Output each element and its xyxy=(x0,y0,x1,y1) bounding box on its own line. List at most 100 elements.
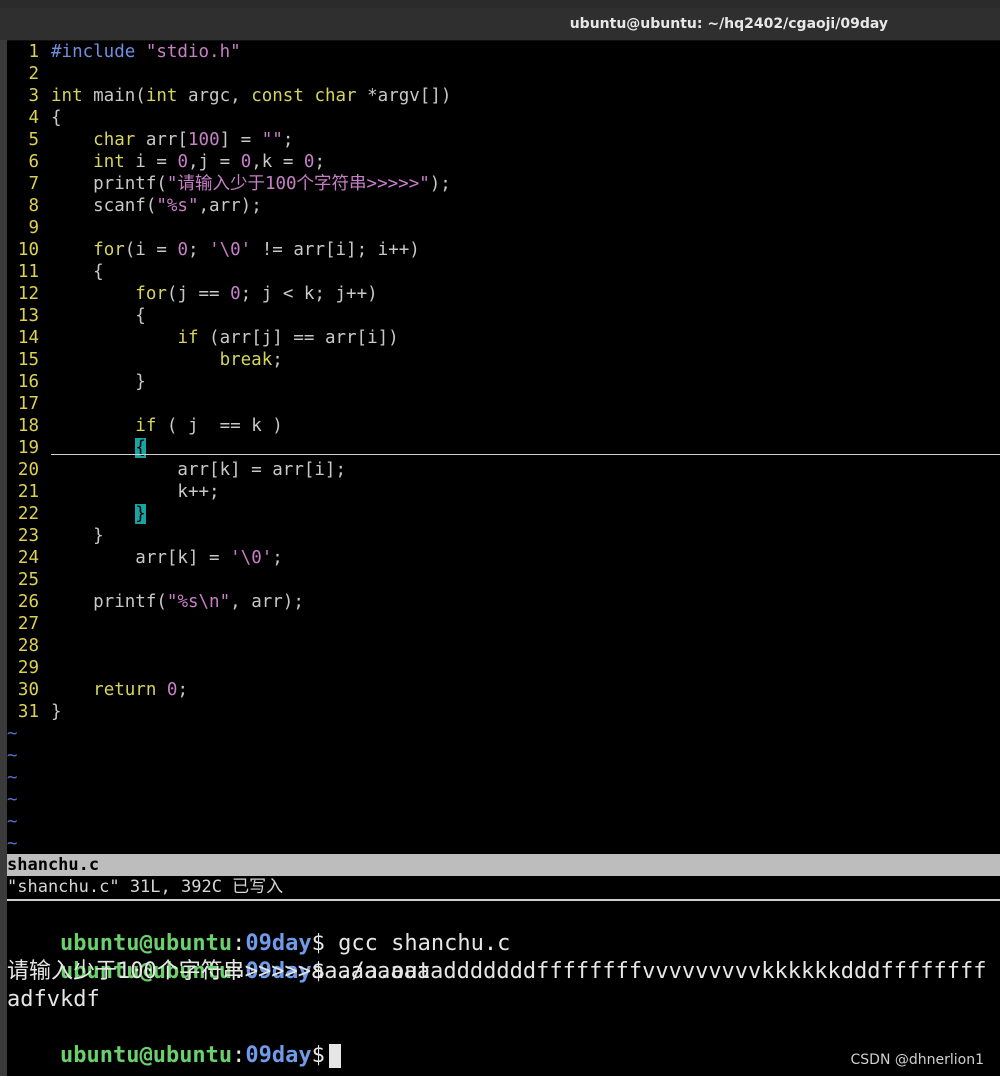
code-line[interactable]: 24 arr[k] = '\0'; xyxy=(7,547,283,569)
code-line[interactable]: 31} xyxy=(7,701,62,723)
code-token: (i = xyxy=(124,240,178,260)
code-token: "%s" xyxy=(156,196,199,216)
code-token: ( j == k ) xyxy=(156,416,283,436)
line-number: 11 xyxy=(17,262,39,282)
line-number: 28 xyxy=(17,636,39,656)
code-line[interactable]: 19 { xyxy=(7,437,146,459)
line-number: 27 xyxy=(17,614,39,634)
line-number: 20 xyxy=(17,460,39,480)
code-token: } xyxy=(51,526,104,546)
code-line[interactable]: 8 scanf("%s",arr); xyxy=(7,195,262,217)
code-token: (arr[j] == arr[i]) xyxy=(198,328,399,348)
code-token: 100 xyxy=(188,130,220,150)
code-line[interactable]: 15 break; xyxy=(7,349,283,371)
line-number: 17 xyxy=(17,394,39,414)
code-line[interactable]: 13 { xyxy=(7,305,146,327)
matched-brace: } xyxy=(135,504,146,524)
code-line[interactable]: 25 xyxy=(7,569,51,591)
code-line[interactable]: 11 { xyxy=(7,261,104,283)
code-token: main( xyxy=(82,86,146,106)
code-line[interactable]: 30 return 0; xyxy=(7,679,188,701)
shell-line[interactable]: ubuntu@ubuntu:09day$ xyxy=(7,1014,341,1068)
code-token: '\0' xyxy=(209,240,252,260)
line-number: 3 xyxy=(28,86,39,106)
code-token: ,k = xyxy=(251,152,304,172)
prompt-dollar: $ xyxy=(311,1043,325,1068)
line-number: 24 xyxy=(17,548,39,568)
terminal-pane[interactable]: ubuntu@ubuntu:09day$ gcc shanchu.c ubunt… xyxy=(7,902,1000,1076)
code-line[interactable]: 26 printf("%s\n", arr); xyxy=(7,591,304,613)
window-titlebar[interactable]: ubuntu@ubuntu: ~/hq2402/cgaoji/09day xyxy=(0,8,1000,41)
line-number: 26 xyxy=(17,592,39,612)
code-line[interactable]: 14 if (arr[j] == arr[i]) xyxy=(7,327,399,349)
code-token: if xyxy=(177,328,199,348)
line-number: 1 xyxy=(28,42,39,62)
code-token: (j == xyxy=(166,284,231,304)
code-line[interactable]: 28 xyxy=(7,635,51,657)
code-token: k++; xyxy=(51,482,220,502)
code-line[interactable]: 5 char arr[100] = ""; xyxy=(7,129,293,151)
code-line[interactable]: 18 if ( j == k ) xyxy=(7,415,283,437)
vim-message-line: "shanchu.c" 31L, 392C 已写入 xyxy=(7,877,284,897)
code-line[interactable]: 9 xyxy=(7,217,51,239)
code-line[interactable]: 21 k++; xyxy=(7,481,220,503)
code-token: ,arr); xyxy=(198,196,262,216)
code-line[interactable]: 16 } xyxy=(7,371,146,393)
code-token: "%s\n" xyxy=(166,592,231,612)
code-token: ; xyxy=(272,350,283,370)
code-line[interactable]: 20 arr[k] = arr[i]; xyxy=(7,459,346,481)
code-line[interactable]: 6 int i = 0,j = 0,k = 0; xyxy=(7,151,325,173)
top-panel xyxy=(0,0,1000,8)
code-line[interactable]: 27 xyxy=(7,613,51,635)
prompt-user: ubuntu@ubuntu xyxy=(59,1043,233,1068)
code-token: 0 xyxy=(230,284,241,304)
pane-separator[interactable] xyxy=(7,899,1000,901)
code-line[interactable]: 17 xyxy=(7,393,51,415)
cursor-line xyxy=(51,454,1000,455)
line-number: 15 xyxy=(17,350,39,370)
code-token: "stdio.h" xyxy=(145,42,241,62)
code-line[interactable]: 12 for(j == 0; j < k; j++) xyxy=(7,283,378,305)
code-line[interactable]: 22 } xyxy=(7,503,146,525)
line-number: 7 xyxy=(28,174,39,194)
code-line[interactable]: 3 int main(int argc, const char *argv[]) xyxy=(7,85,451,107)
prompt-dir: 09day xyxy=(245,1043,312,1068)
prompt-colon: : xyxy=(232,1043,246,1068)
code-line[interactable]: 29 xyxy=(7,657,51,679)
shell-line: ubuntu@ubuntu:09day$ ./a.out xyxy=(7,930,431,984)
line-number: 14 xyxy=(17,328,39,348)
code-line[interactable]: 7 printf("请输入少于100个字符串>>>>>"); xyxy=(7,173,450,195)
code-token: break xyxy=(219,350,273,370)
code-token: 0 xyxy=(177,240,188,260)
empty-buffer-tilde: ~ xyxy=(7,790,18,810)
code-token: != arr[i]; i++) xyxy=(251,240,420,260)
code-line[interactable]: 1 #include "stdio.h" xyxy=(7,41,241,63)
line-number: 29 xyxy=(17,658,39,678)
vim-editor[interactable]: 1 #include "stdio.h" 2 3 int main(int argc, … xyxy=(7,41,1000,899)
line-number: 12 xyxy=(17,284,39,304)
code-line[interactable]: 10 for(i = 0; '\0' != arr[i]; i++) xyxy=(7,239,420,261)
code-token: for xyxy=(93,240,125,260)
line-number: 9 xyxy=(28,218,39,238)
code-token: scanf( xyxy=(51,196,157,216)
code-token: char xyxy=(314,86,357,106)
code-token: ,j = xyxy=(188,152,241,172)
watermark: CSDN @dhnerlion1 xyxy=(850,1052,985,1068)
code-line[interactable]: 23 } xyxy=(7,525,104,547)
line-number: 18 xyxy=(17,416,39,436)
code-token: ; xyxy=(282,130,294,150)
code-token: int xyxy=(145,86,178,106)
code-token: ; xyxy=(272,548,283,568)
code-token: { xyxy=(51,262,104,282)
line-number: 31 xyxy=(17,702,39,722)
vim-statusline: shanchu.c xyxy=(7,854,1000,876)
code-token: "" xyxy=(261,130,283,150)
code-line[interactable]: 4{ xyxy=(7,107,61,129)
code-line[interactable]: 2 xyxy=(7,63,51,85)
shell-line: ubuntu@ubuntu:09day$ gcc shanchu.c xyxy=(7,902,510,956)
